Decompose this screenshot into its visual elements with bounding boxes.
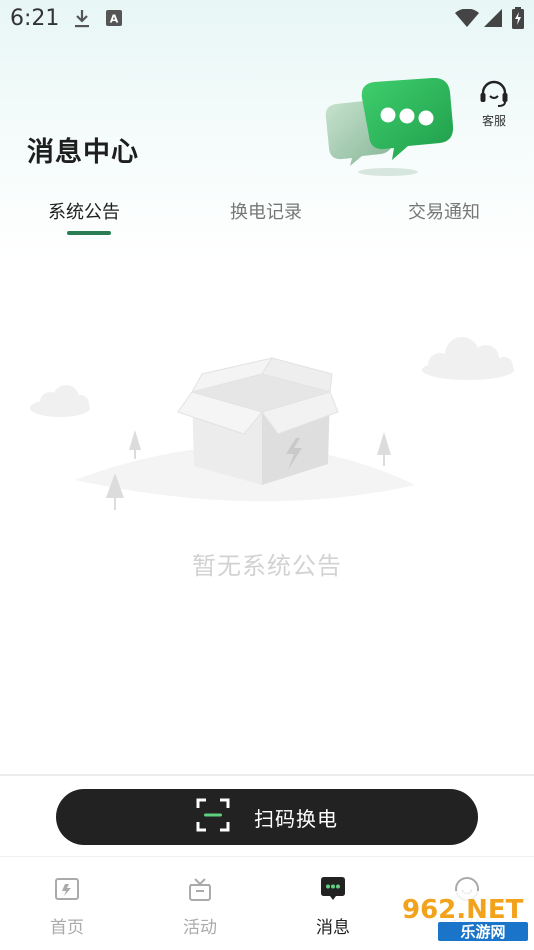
- message-tabs: 系统公告 换电记录 交易通知: [0, 192, 534, 242]
- message-icon: [318, 877, 348, 907]
- empty-box-illustration: [20, 330, 520, 524]
- status-bar: 6:21 A: [0, 0, 534, 38]
- tab-swap-records[interactable]: 换电记录: [230, 198, 302, 224]
- divider: [0, 774, 534, 776]
- tab-system-announcement[interactable]: 系统公告: [48, 198, 120, 224]
- scan-button-label: 扫码换电: [254, 806, 338, 831]
- battery-icon: [512, 7, 524, 33]
- chat-bubbles-illustration: [322, 77, 457, 182]
- watermark-sub: 乐游网: [460, 923, 505, 941]
- gift-icon: [186, 878, 214, 907]
- signal-icon: [484, 9, 502, 31]
- scan-icon: [196, 798, 230, 836]
- scan-to-swap-button[interactable]: 扫码换电: [56, 789, 478, 845]
- nav-home-label: 首页: [50, 918, 84, 938]
- active-tab-indicator: [67, 231, 111, 235]
- customer-service-label: 客服: [481, 114, 506, 128]
- svg-text:A: A: [110, 13, 119, 26]
- page-title: 消息中心: [27, 137, 139, 168]
- empty-state-text: 暂无系统公告: [192, 552, 342, 580]
- nav-activity-label: 活动: [183, 918, 217, 938]
- wifi-icon: [455, 8, 479, 31]
- site-watermark: 962.NET 乐游网: [396, 891, 532, 943]
- watermark-brand: 962.NET: [402, 895, 524, 925]
- nav-messages[interactable]: 消息: [293, 875, 373, 938]
- tab-transaction-notice[interactable]: 交易通知: [408, 198, 480, 224]
- nav-home[interactable]: 首页: [27, 875, 107, 938]
- nav-activity[interactable]: 活动: [160, 875, 240, 938]
- customer-service-button[interactable]: 客服: [477, 80, 511, 129]
- headset-icon: [479, 80, 509, 112]
- status-time: 6:21: [10, 6, 60, 31]
- download-icon: [73, 9, 91, 33]
- a-icon: A: [106, 10, 122, 30]
- nav-messages-label: 消息: [316, 918, 350, 938]
- home-icon: [53, 878, 81, 907]
